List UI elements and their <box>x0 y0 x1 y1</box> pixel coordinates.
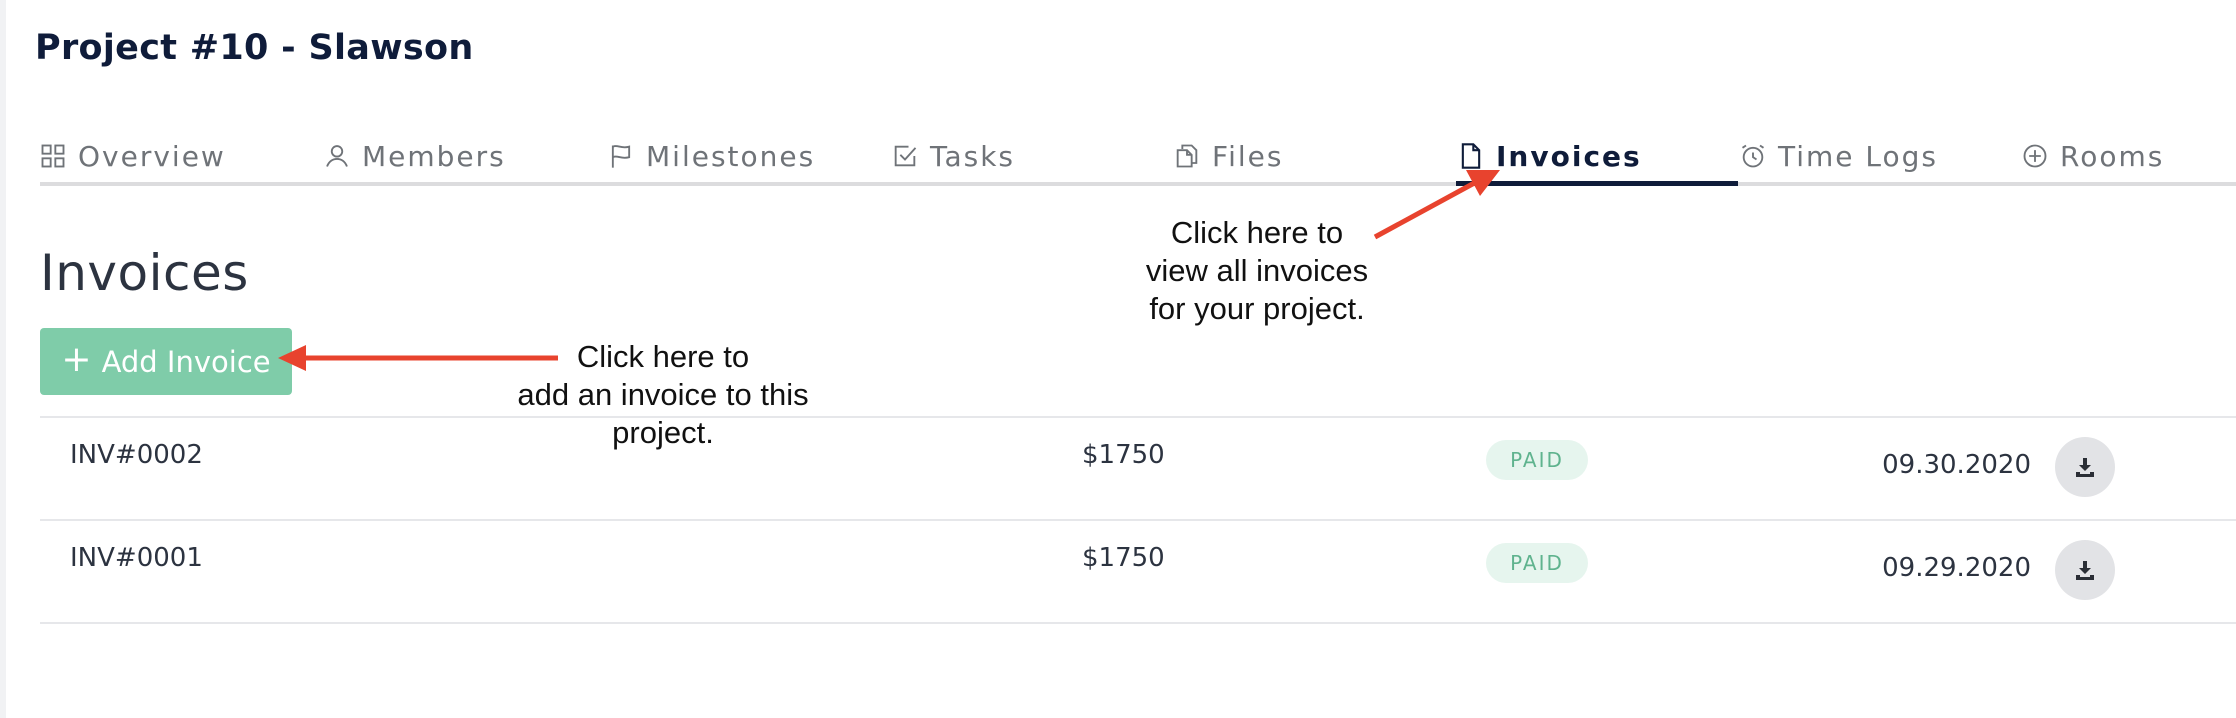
table-row[interactable]: INV#0002 $1750 PAID 09.30.2020 <box>40 416 2236 519</box>
left-edge-strip <box>0 0 6 718</box>
active-tab-indicator <box>1456 181 1738 186</box>
download-icon <box>2076 561 2094 580</box>
download-button[interactable] <box>2055 540 2115 600</box>
checkbox-icon <box>890 141 920 171</box>
invoice-date: 09.30.2020 <box>1882 450 2031 480</box>
tab-overview[interactable]: Overview <box>38 130 226 182</box>
download-button[interactable] <box>2055 437 2115 497</box>
flag-icon <box>606 141 636 171</box>
add-invoice-button[interactable]: + Add Invoice <box>40 328 292 395</box>
tab-label: Time Logs <box>1778 139 1939 173</box>
files-icon <box>1172 141 1202 171</box>
tab-time-logs[interactable]: Time Logs <box>1738 130 1938 182</box>
tab-invoices[interactable]: Invoices <box>1456 130 1642 182</box>
invoice-number: INV#0002 <box>70 440 203 470</box>
tab-label: Overview <box>78 139 226 173</box>
download-icon <box>2076 458 2094 477</box>
tab-label: Files <box>1212 139 1284 173</box>
tab-bar-divider <box>40 182 2236 186</box>
tab-rooms[interactable]: Rooms <box>2020 130 2164 182</box>
add-invoice-callout: Click here to add an invoice to this pro… <box>517 339 809 450</box>
invoices-tab-callout: Click here to view all invoices for your… <box>1145 215 1369 326</box>
tab-milestones[interactable]: Milestones <box>606 130 815 182</box>
tab-label: Invoices <box>1496 139 1642 173</box>
page-title: Project #10 - Slawson <box>35 28 474 68</box>
tab-label: Tasks <box>930 139 1016 173</box>
grid-icon <box>38 141 68 171</box>
status-badge: PAID <box>1486 543 1588 583</box>
plus-circle-icon <box>2020 141 2050 171</box>
status-badge: PAID <box>1486 440 1588 480</box>
user-icon <box>322 141 352 171</box>
invoice-number: INV#0001 <box>70 543 203 573</box>
tab-label: Rooms <box>2060 139 2165 173</box>
alarm-clock-icon <box>1738 141 1768 171</box>
plus-icon: + <box>61 338 92 380</box>
invoice-amount: $1750 <box>1082 440 1165 470</box>
tab-files[interactable]: Files <box>1172 130 1283 182</box>
tab-tasks[interactable]: Tasks <box>890 130 1015 182</box>
document-icon <box>1456 141 1486 171</box>
invoice-amount: $1750 <box>1082 543 1165 573</box>
tab-label: Milestones <box>646 139 816 173</box>
tab-bar: Overview Members Milestones Tasks Files … <box>0 130 2236 186</box>
invoice-table: INV#0002 $1750 PAID 09.30.2020 INV#0001 … <box>40 416 2236 624</box>
tab-label: Members <box>362 139 506 173</box>
table-row[interactable]: INV#0001 $1750 PAID 09.29.2020 <box>40 519 2236 624</box>
tab-members[interactable]: Members <box>322 130 506 182</box>
invoice-date: 09.29.2020 <box>1882 553 2031 583</box>
add-invoice-label: Add Invoice <box>101 344 271 379</box>
section-title: Invoices <box>40 244 249 302</box>
